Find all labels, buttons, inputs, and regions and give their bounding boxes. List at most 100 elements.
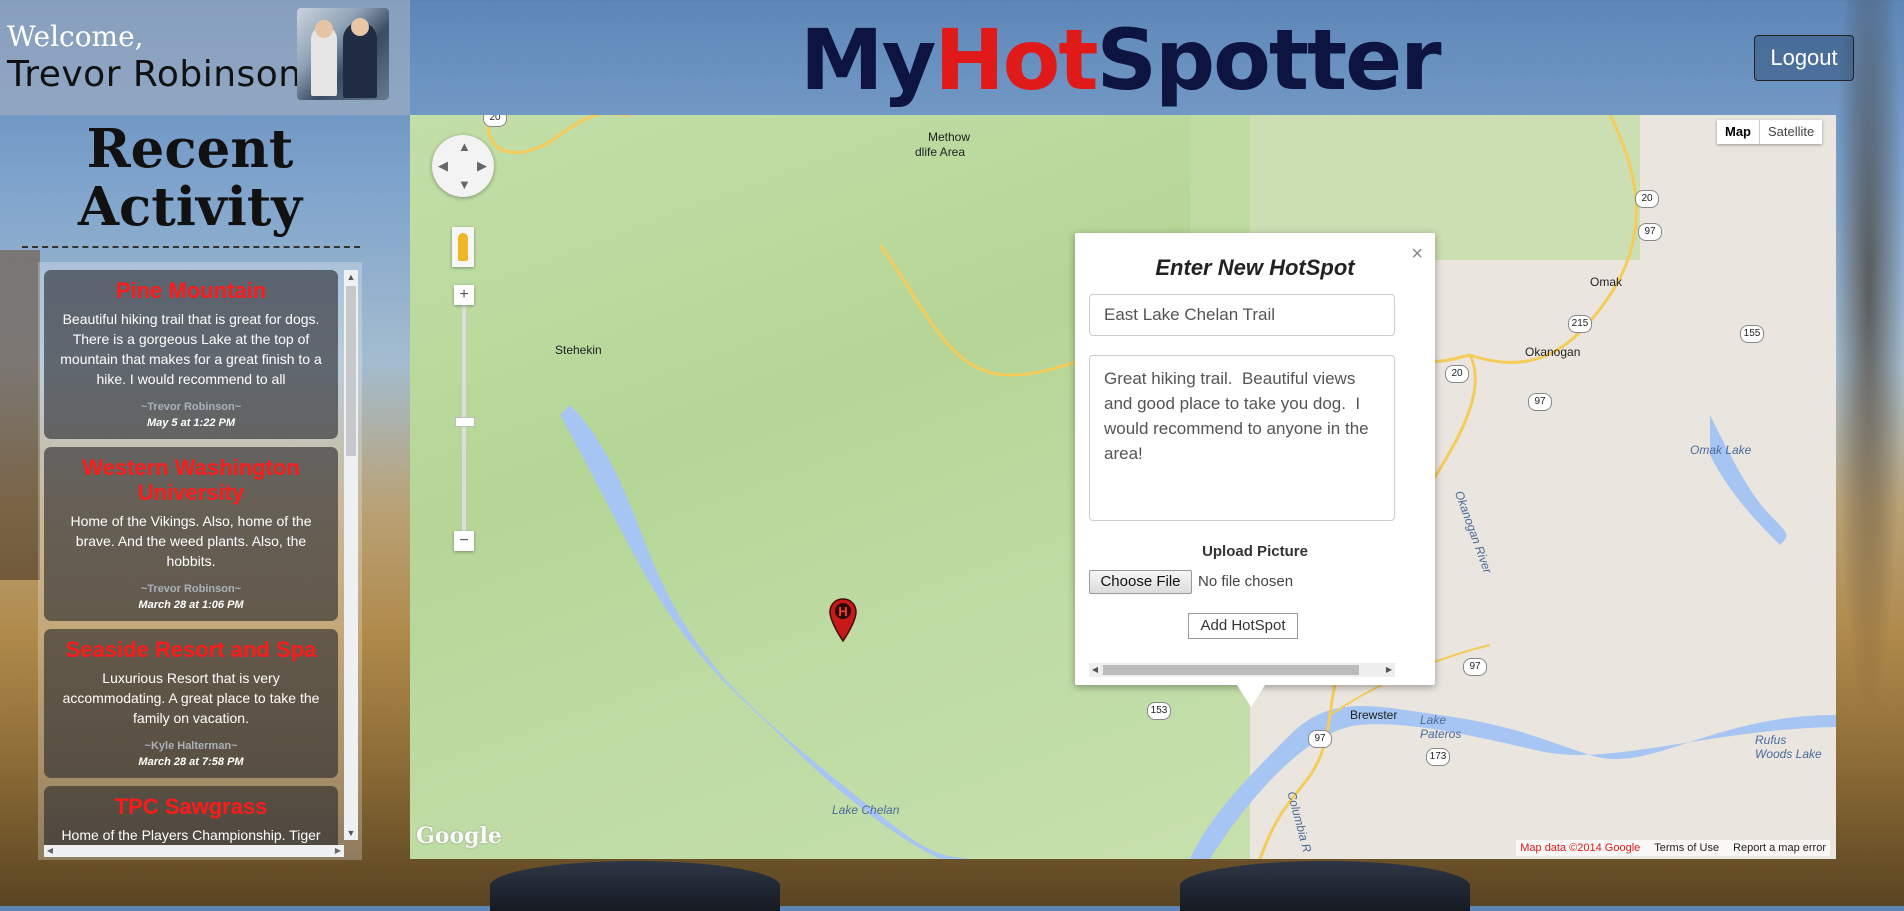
pan-down-icon[interactable]: ▼	[458, 177, 471, 192]
popup-pointer	[1237, 685, 1265, 707]
map-type-map-button[interactable]: Map	[1717, 120, 1759, 144]
highway-shield: 97	[1528, 393, 1552, 411]
pan-right-icon[interactable]: ▶	[477, 158, 487, 174]
map-label-rufus-woods-lake: Rufus Woods Lake	[1755, 733, 1822, 761]
post-date: May 5 at 1:22 PM	[146, 417, 236, 429]
google-logo: Google	[416, 823, 502, 849]
highway-shield: 153	[1147, 702, 1171, 720]
zoom-slider-thumb[interactable]	[455, 417, 475, 427]
post-body: Home of the Players Championship. Tiger	[61, 827, 321, 843]
avatar-head-2	[351, 18, 369, 36]
background-tree-right	[1834, 0, 1904, 720]
map-label-wildlife-area: dlife Area	[915, 145, 966, 159]
highway-97-north-road	[1469, 115, 1638, 364]
recent-activity-title: Recent Activity	[40, 120, 340, 236]
zoom-out-button[interactable]: −	[454, 531, 474, 551]
brand-my: My	[800, 11, 936, 109]
feed-vertical-scrollbar[interactable]: ▲ ▼	[344, 270, 358, 840]
activity-post[interactable]: Pine Mountain Beautiful hiking trail tha…	[44, 270, 338, 439]
activity-feed[interactable]: Pine Mountain Beautiful hiking trail tha…	[38, 262, 362, 860]
user-name: Trevor Robinson	[7, 54, 302, 95]
avatar[interactable]	[297, 8, 389, 100]
map-label-omak-lake: Omak Lake	[1690, 443, 1752, 457]
post-body: Beautiful hiking trail that is great for…	[60, 311, 322, 387]
hotspot-description-input[interactable]: Great hiking trail. Beautiful views and …	[1089, 355, 1395, 521]
scrollbar-thumb[interactable]	[346, 286, 356, 456]
post-author: ~Kyle Halterman~	[144, 740, 238, 752]
activity-post[interactable]: Western Washington University Home of th…	[44, 447, 338, 621]
recent-activity-title-line2: Activity	[77, 176, 303, 238]
welcome-text: Welcome,	[7, 20, 144, 53]
post-author: ~Trevor Robinson~	[140, 583, 242, 595]
pan-left-icon[interactable]: ◀	[438, 158, 448, 174]
report-map-error-link[interactable]: Report a map error	[1733, 842, 1826, 854]
recent-activity-title-line1: Recent	[86, 118, 294, 180]
map-label-lake-pateros: Lake Pateros	[1420, 713, 1462, 741]
highway-shield: 173	[1426, 748, 1450, 766]
map-data-attribution[interactable]: Map data ©2014 Google	[1520, 842, 1640, 854]
map-canvas[interactable]: Stehekin Methow dlife Area Omak Okanogan…	[410, 115, 1836, 859]
popup-title: Enter New HotSpot	[1155, 255, 1355, 280]
post-body: Luxurious Resort that is very accommodat…	[62, 670, 320, 726]
shoe-left	[490, 861, 780, 911]
feed-horizontal-scrollbar[interactable]: ◀ ▶	[44, 845, 344, 857]
map-label-stehekin: Stehekin	[555, 343, 602, 357]
post-date: March 28 at 7:58 PM	[138, 756, 244, 768]
activity-feed-list: Pine Mountain Beautiful hiking trail tha…	[44, 270, 338, 860]
scroll-down-icon[interactable]: ▼	[344, 826, 358, 840]
map-label-methow: Methow	[928, 130, 971, 144]
brand-spotter: Spotter	[1096, 11, 1442, 109]
post-title[interactable]: Pine Mountain	[54, 278, 328, 303]
highway-shield: 97	[1638, 223, 1662, 241]
popup-horizontal-scrollbar[interactable]: ◀ ▶	[1089, 663, 1395, 677]
street-view-pegman-icon[interactable]	[452, 227, 474, 267]
avatar-head-1	[315, 20, 333, 38]
marker-letter: H	[838, 604, 847, 619]
hotspot-marker-icon[interactable]: H	[829, 598, 857, 642]
logout-button[interactable]: Logout	[1754, 35, 1854, 81]
add-hotspot-button[interactable]: Add HotSpot	[1188, 613, 1298, 639]
scroll-right-icon[interactable]: ▶	[1383, 663, 1395, 677]
brand-logo[interactable]: MyHotSpotter	[800, 10, 1442, 110]
brand-hot: Hot	[934, 11, 1098, 109]
pegman-figure	[458, 233, 468, 261]
scrollbar-thumb[interactable]	[1103, 665, 1359, 675]
zoom-in-button[interactable]: +	[454, 285, 474, 305]
map-label-omak: Omak	[1590, 275, 1623, 289]
pan-control[interactable]: ▲ ▼ ◀ ▶	[432, 135, 494, 197]
scroll-left-icon[interactable]: ◀	[44, 845, 56, 857]
lake-chelan-shape	[560, 405, 970, 859]
map-label-brewster: Brewster	[1350, 708, 1398, 722]
post-title[interactable]: Seaside Resort and Spa	[54, 637, 328, 662]
map-label-okanogan: Okanogan	[1525, 345, 1581, 359]
scroll-right-icon[interactable]: ▶	[332, 845, 344, 857]
pan-up-icon[interactable]: ▲	[458, 139, 471, 154]
map-type-satellite-button[interactable]: Satellite	[1759, 120, 1823, 144]
post-author: ~Trevor Robinson~	[140, 401, 242, 413]
welcome-panel: Welcome, Trevor Robinson	[0, 0, 410, 115]
scroll-up-icon[interactable]: ▲	[344, 270, 358, 284]
highway-shield: 97	[1463, 658, 1487, 676]
scroll-left-icon[interactable]: ◀	[1089, 663, 1101, 677]
highway-shield: 20	[1635, 190, 1659, 208]
choose-file-button[interactable]: Choose File	[1089, 570, 1192, 594]
map-type-control: Map Satellite	[1717, 120, 1823, 144]
post-title[interactable]: TPC Sawgrass	[54, 794, 328, 819]
omak-lake-shape	[1710, 415, 1787, 545]
highway-20-west-road	[487, 115, 630, 154]
post-date: March 28 at 1:06 PM	[138, 599, 244, 611]
activity-post[interactable]: Seaside Resort and Spa Luxurious Resort …	[44, 629, 338, 778]
post-body: Home of the Vikings. Also, home of the b…	[70, 513, 312, 569]
hotspot-name-input[interactable]	[1089, 294, 1395, 336]
highway-shield: 215	[1568, 315, 1592, 333]
sidebar-divider	[22, 246, 360, 248]
highway-shield: 20	[483, 115, 507, 127]
terms-of-use-link[interactable]: Terms of Use	[1654, 842, 1719, 854]
new-hotspot-popup: × Enter New HotSpot Great hiking trail. …	[1075, 233, 1435, 707]
post-title[interactable]: Western Washington University	[54, 455, 328, 505]
map-footer: Map data ©2014 Google Terms of Use Repor…	[1516, 840, 1830, 856]
map-label-lake-chelan: Lake Chelan	[832, 803, 900, 817]
highway-shield: 97	[1308, 730, 1332, 748]
highway-shield: 155	[1740, 325, 1764, 343]
columbia-river-shape	[1190, 706, 1836, 859]
